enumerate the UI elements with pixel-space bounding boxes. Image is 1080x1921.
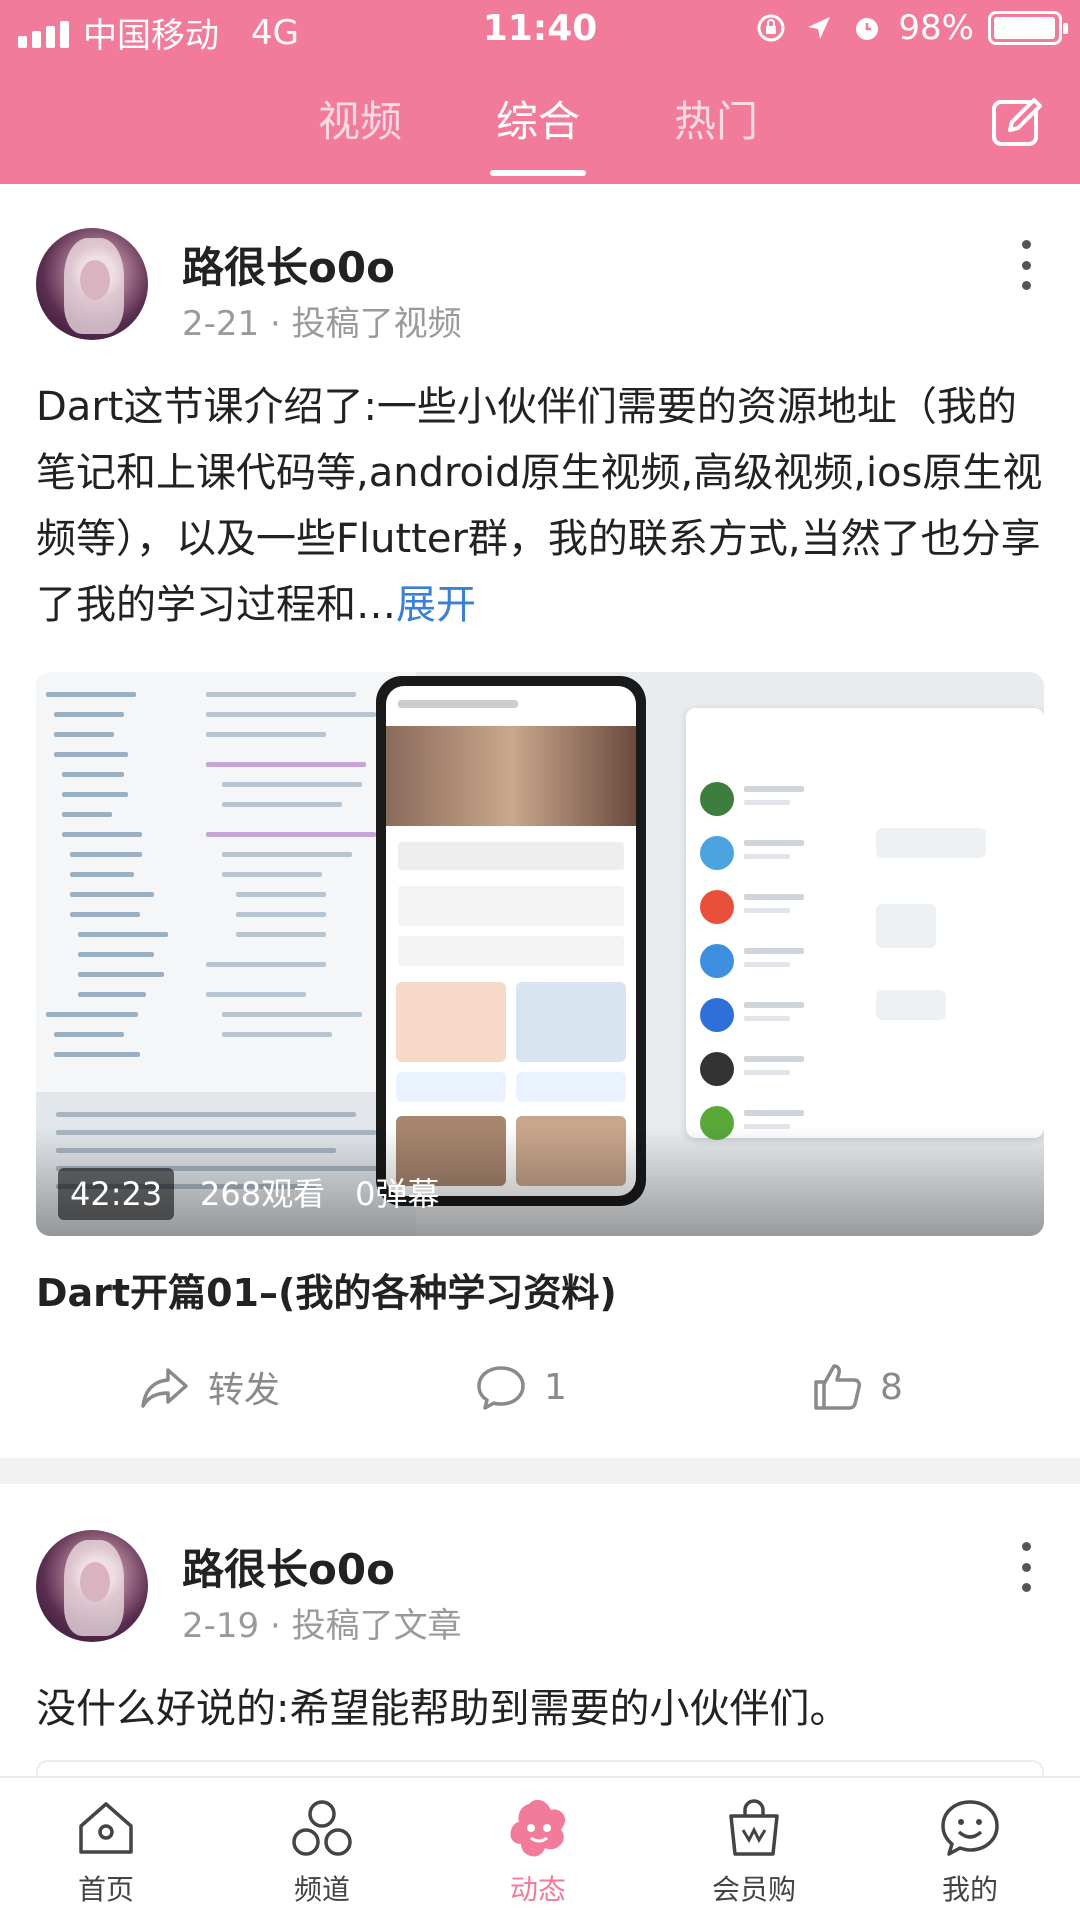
post-divider: [0, 1458, 1080, 1484]
nav-profile[interactable]: 我的: [900, 1796, 1040, 1908]
status-bar: 中国移动 4G 11:40 98%: [0, 0, 1080, 60]
share-label: 转发: [208, 1370, 281, 1411]
nav-home-label: 首页: [77, 1873, 134, 1906]
tab-video[interactable]: 视频: [290, 88, 430, 149]
more-options-icon[interactable]: [1016, 240, 1036, 290]
expand-link[interactable]: 展开: [396, 582, 476, 628]
channel-icon: [292, 1800, 352, 1856]
compose-button[interactable]: [990, 94, 1046, 150]
post-text: Dart这节课介绍了:一些小伙伴们需要的资源地址（我的笔记和上课代码等,andr…: [36, 374, 1046, 638]
video-title[interactable]: Dart开篇01–(我的各种学习资料): [36, 1262, 617, 1317]
edit-icon: [992, 98, 1042, 146]
post-meta: 2-19 · 投稿了文章: [182, 1606, 462, 1646]
alarm-icon: [850, 11, 884, 45]
video-thumbnail[interactable]: 42:23 268观看 0弹幕: [36, 672, 1044, 1236]
video-views: 268观看: [200, 1175, 326, 1213]
location-icon: [802, 11, 836, 45]
post-meta: 2-21 · 投稿了视频: [182, 304, 462, 344]
post-card: 路很长o0o 2-19 · 投稿了文章 没什么好说的:希望能帮助到需要的小伙伴们…: [0, 1484, 1080, 1776]
avatar[interactable]: [36, 228, 148, 340]
tab-comprehensive[interactable]: 综合: [468, 88, 608, 149]
feed-icon: [510, 1800, 565, 1857]
nav-channel[interactable]: 频道: [252, 1796, 392, 1908]
post-text: 没什么好说的:希望能帮助到需要的小伙伴们。: [36, 1686, 850, 1732]
avatar[interactable]: [36, 1530, 148, 1642]
share-button[interactable]: 转发: [138, 1360, 280, 1414]
thumbs-up-icon: [814, 1364, 861, 1410]
author-name[interactable]: 路很长o0o: [182, 234, 395, 295]
nav-feed-label: 动态: [509, 1873, 566, 1906]
feed-tabs: 视频 综合 热门: [0, 78, 1080, 178]
shopping-bag-icon: [729, 1799, 779, 1856]
video-danmaku: 0弹幕: [355, 1175, 440, 1213]
author-name[interactable]: 路很长o0o: [182, 1536, 395, 1597]
share-icon: [141, 1368, 188, 1408]
top-header: 中国移动 4G 11:40 98% 视频 综合 热门: [0, 0, 1080, 184]
video-stats: 268观看 0弹幕: [200, 1168, 469, 1220]
home-icon: [79, 1802, 133, 1854]
nav-channel-label: 频道: [293, 1873, 350, 1906]
profile-icon: [941, 1800, 999, 1856]
like-count: 8: [880, 1366, 903, 1408]
bottom-navigation: 首页 频道 动态 会员购 我的: [0, 1776, 1080, 1921]
thumbnail-chat-window: [686, 708, 1044, 1140]
post-actions: 转发 1 8: [0, 1360, 1080, 1430]
post-text-body: Dart这节课介绍了:一些小伙伴们需要的资源地址（我的笔记和上课代码等,andr…: [36, 384, 1043, 628]
battery-fill: [994, 17, 1055, 39]
active-tab-indicator: [490, 170, 586, 176]
comment-icon: [477, 1366, 525, 1410]
nav-shop[interactable]: 会员购: [684, 1796, 824, 1908]
nav-profile-label: 我的: [941, 1873, 998, 1906]
nav-shop-label: 会员购: [711, 1873, 796, 1906]
status-right: 98%: [754, 8, 1068, 48]
nav-home[interactable]: 首页: [36, 1796, 176, 1908]
battery-icon: [988, 11, 1068, 45]
comment-button[interactable]: 1: [474, 1360, 567, 1414]
video-duration: 42:23: [58, 1168, 175, 1220]
comment-count: 1: [544, 1366, 567, 1408]
rotation-lock-icon: [754, 11, 788, 45]
tab-hot[interactable]: 热门: [646, 88, 786, 149]
battery-percent: 98%: [898, 8, 974, 48]
more-options-icon[interactable]: [1016, 1542, 1036, 1592]
nav-feed[interactable]: 动态: [468, 1796, 608, 1908]
like-button[interactable]: 8: [810, 1360, 903, 1414]
